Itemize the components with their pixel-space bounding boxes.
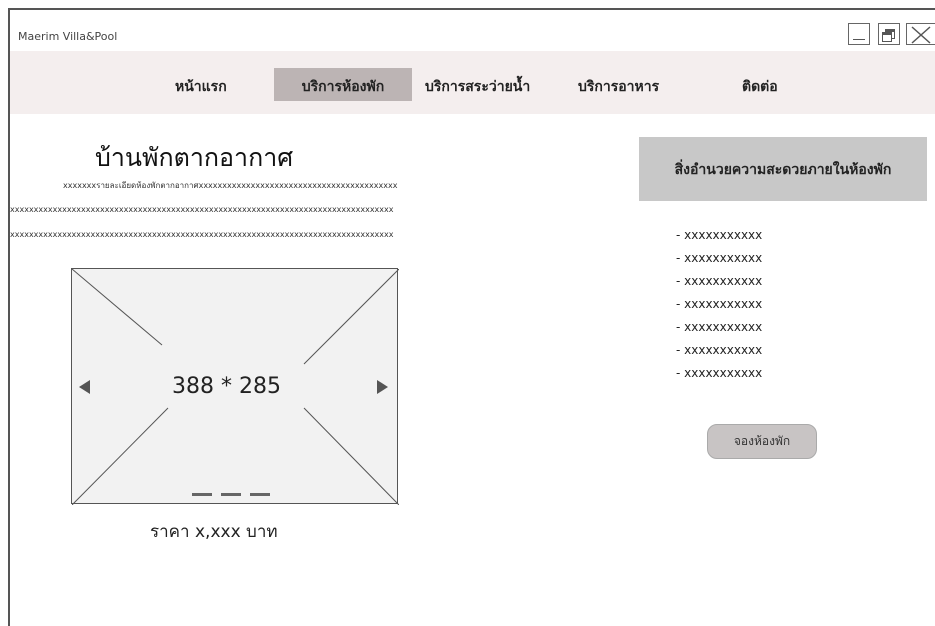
amenity-item: - xxxxxxxxxxx: [676, 343, 763, 357]
amenity-item: - xxxxxxxxxxx: [676, 297, 763, 311]
amenities-header: สิ่งอำนวยความสะดวยภายในห้องพัก: [639, 137, 927, 201]
amenity-item: - xxxxxxxxxxx: [676, 320, 763, 334]
amenities-title: สิ่งอำนวยความสะดวยภายในห้องพัก: [674, 162, 892, 178]
nav-pool[interactable]: บริการสระว่ายน้ำ: [425, 76, 530, 98]
minimize-button[interactable]: [848, 23, 870, 45]
room-description-line-1: xxxxxxxรายละเอียดห้องพักตากอากาศxxxxxxxx…: [63, 181, 398, 190]
carousel-prev-icon[interactable]: [79, 380, 90, 394]
book-room-button[interactable]: จองห้องพัก: [707, 424, 817, 459]
carousel-indicator-2[interactable]: [221, 493, 241, 496]
carousel-indicator-3[interactable]: [250, 493, 270, 496]
nav-rooms[interactable]: บริการห้องพัก: [274, 68, 412, 101]
room-description-line-3: xxxxxxxxxxxxxxxxxxxxxxxxxxxxxxxxxxxxxxxx…: [10, 230, 394, 239]
room-description-line-2: xxxxxxxxxxxxxxxxxxxxxxxxxxxxxxxxxxxxxxxx…: [10, 205, 394, 214]
amenity-item: - xxxxxxxxxxx: [676, 251, 763, 265]
close-button[interactable]: [906, 23, 935, 45]
amenity-item: - xxxxxxxxxxx: [676, 274, 763, 288]
amenities-list: - xxxxxxxxxxx - xxxxxxxxxxx - xxxxxxxxxx…: [676, 224, 762, 385]
room-title: บ้านพักตากอากาศ: [95, 143, 294, 172]
amenity-item: - xxxxxxxxxxx: [676, 366, 763, 380]
app-title: Maerim Villa&Pool: [18, 30, 118, 43]
close-icon: [911, 26, 931, 44]
amenity-item: - xxxxxxxxxxx: [676, 228, 763, 242]
nav-contact[interactable]: ติดต่อ: [742, 76, 778, 98]
nav-home[interactable]: หน้าแรก: [175, 76, 227, 98]
nav-rooms-label: บริการห้องพัก: [301, 79, 385, 95]
carousel-next-icon[interactable]: [377, 380, 388, 394]
image-size-label: 388 * 285: [172, 374, 281, 399]
room-price: ราคา x,xxx บาท: [150, 522, 278, 542]
maximize-button[interactable]: [878, 23, 900, 45]
carousel-indicator-1[interactable]: [192, 493, 212, 496]
nav-food[interactable]: บริการอาหาร: [578, 76, 659, 98]
